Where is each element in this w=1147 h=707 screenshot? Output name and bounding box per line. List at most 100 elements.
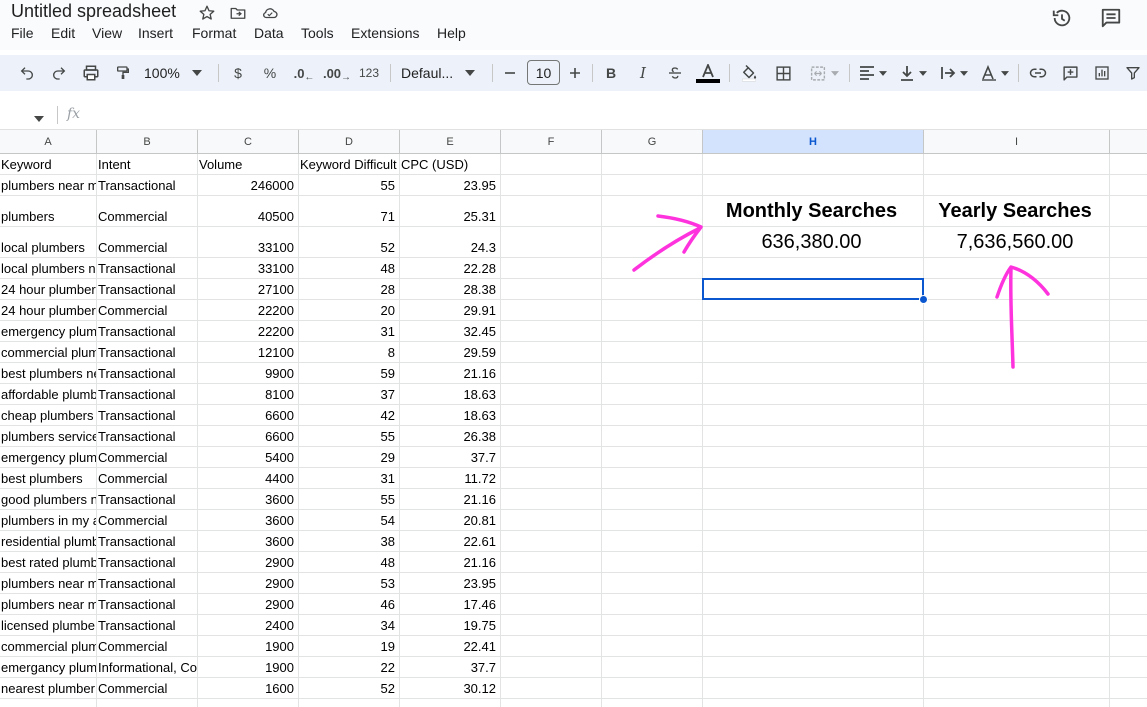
cell[interactable] — [501, 447, 602, 467]
vertical-align-icon[interactable] — [897, 61, 929, 85]
cell[interactable]: plumbers near m — [0, 175, 97, 195]
menu-help[interactable]: Help — [437, 25, 466, 41]
cell[interactable] — [924, 384, 1110, 404]
cell[interactable] — [703, 426, 924, 446]
cell[interactable] — [602, 175, 703, 195]
cell[interactable]: Commercial — [97, 227, 198, 257]
cell[interactable] — [97, 699, 198, 707]
cell[interactable]: 27100 — [198, 279, 299, 299]
cell[interactable]: 29.59 — [400, 342, 501, 362]
cell[interactable]: Commercial — [97, 678, 198, 698]
cell[interactable]: 22.61 — [400, 531, 501, 551]
italic-button[interactable]: I — [634, 61, 652, 85]
cell[interactable] — [924, 594, 1110, 614]
cell[interactable] — [924, 699, 1110, 707]
cloud-status-icon[interactable] — [260, 3, 280, 23]
cell[interactable] — [703, 175, 924, 195]
cell[interactable] — [501, 510, 602, 530]
cell[interactable]: nearest plumber — [0, 678, 97, 698]
cell[interactable] — [1110, 405, 1147, 425]
cell[interactable] — [924, 657, 1110, 677]
menu-view[interactable]: View — [92, 25, 122, 41]
cell[interactable]: plumbers service — [0, 426, 97, 446]
cell[interactable]: 22.41 — [400, 636, 501, 656]
cell[interactable]: 20.81 — [400, 510, 501, 530]
star-icon[interactable] — [197, 3, 217, 23]
cell[interactable] — [602, 678, 703, 698]
cell[interactable] — [703, 678, 924, 698]
cell[interactable]: 21.16 — [400, 489, 501, 509]
cell[interactable] — [703, 594, 924, 614]
cell[interactable] — [1110, 615, 1147, 635]
cell[interactable] — [703, 552, 924, 572]
cell[interactable] — [1110, 279, 1147, 299]
cell[interactable]: 30.12 — [400, 678, 501, 698]
cell[interactable] — [602, 300, 703, 320]
cell[interactable]: 246000 — [198, 175, 299, 195]
cell[interactable] — [602, 489, 703, 509]
cell[interactable] — [1110, 321, 1147, 341]
cell[interactable] — [1110, 636, 1147, 656]
cell[interactable]: 33100 — [198, 227, 299, 257]
cell[interactable] — [924, 363, 1110, 383]
cell[interactable] — [501, 175, 602, 195]
yearly-searches-label[interactable]: Yearly Searches — [924, 196, 1110, 226]
document-title[interactable]: Untitled spreadsheet — [11, 1, 176, 22]
cell[interactable]: 23.95 — [400, 175, 501, 195]
cell[interactable]: 6600 — [198, 405, 299, 425]
cell[interactable]: 3600 — [198, 489, 299, 509]
cell[interactable] — [1110, 154, 1147, 174]
number-format-button[interactable]: 123 — [357, 61, 381, 85]
cell[interactable]: 25.31 — [400, 196, 501, 226]
cell[interactable]: 55 — [299, 426, 400, 446]
cell[interactable] — [924, 636, 1110, 656]
cell[interactable] — [602, 405, 703, 425]
cell[interactable] — [924, 678, 1110, 698]
cell[interactable]: 2900 — [198, 594, 299, 614]
cell[interactable]: 24 hour plumber — [0, 279, 97, 299]
column-header-d[interactable]: D — [299, 130, 400, 154]
cell[interactable]: 42 — [299, 405, 400, 425]
cell[interactable]: 48 — [299, 258, 400, 278]
cell[interactable]: 5400 — [198, 447, 299, 467]
cell[interactable]: Transactional — [97, 489, 198, 509]
cell[interactable] — [703, 531, 924, 551]
cell[interactable] — [1110, 384, 1147, 404]
cell[interactable] — [400, 699, 501, 707]
cell[interactable] — [501, 321, 602, 341]
column-header-h[interactable]: H — [703, 130, 924, 154]
cell[interactable]: 22 — [299, 657, 400, 677]
cell[interactable] — [1110, 363, 1147, 383]
cell[interactable]: 18.63 — [400, 384, 501, 404]
cell[interactable] — [1110, 342, 1147, 362]
column-header-a[interactable]: A — [0, 130, 97, 154]
cell[interactable] — [501, 468, 602, 488]
cell[interactable]: 29.91 — [400, 300, 501, 320]
cell[interactable]: 54 — [299, 510, 400, 530]
menu-file[interactable]: File — [11, 25, 34, 41]
cell[interactable]: 1600 — [198, 678, 299, 698]
cell[interactable]: 11.72 — [400, 468, 501, 488]
cell[interactable] — [703, 321, 924, 341]
cell[interactable]: emergancy plum — [0, 657, 97, 677]
cell[interactable] — [501, 196, 602, 226]
cell[interactable] — [602, 321, 703, 341]
column-header-b[interactable]: B — [97, 130, 198, 154]
cell[interactable] — [1110, 594, 1147, 614]
cell[interactable]: 22200 — [198, 321, 299, 341]
cell[interactable]: 28.38 — [400, 279, 501, 299]
strikethrough-icon[interactable] — [665, 61, 685, 85]
cell[interactable]: Transactional — [97, 321, 198, 341]
cell[interactable] — [703, 573, 924, 593]
monthly-searches-label[interactable]: Monthly Searches — [703, 196, 924, 226]
cell[interactable] — [924, 175, 1110, 195]
column-title-cell[interactable]: Keyword Difficult — [299, 154, 400, 174]
cell[interactable] — [924, 279, 1110, 299]
cell[interactable]: Transactional — [97, 426, 198, 446]
cell[interactable] — [703, 363, 924, 383]
cell[interactable] — [703, 657, 924, 677]
cell[interactable]: 46 — [299, 594, 400, 614]
undo-icon[interactable] — [16, 61, 38, 85]
cell[interactable] — [924, 321, 1110, 341]
filter-icon[interactable] — [1123, 61, 1143, 85]
